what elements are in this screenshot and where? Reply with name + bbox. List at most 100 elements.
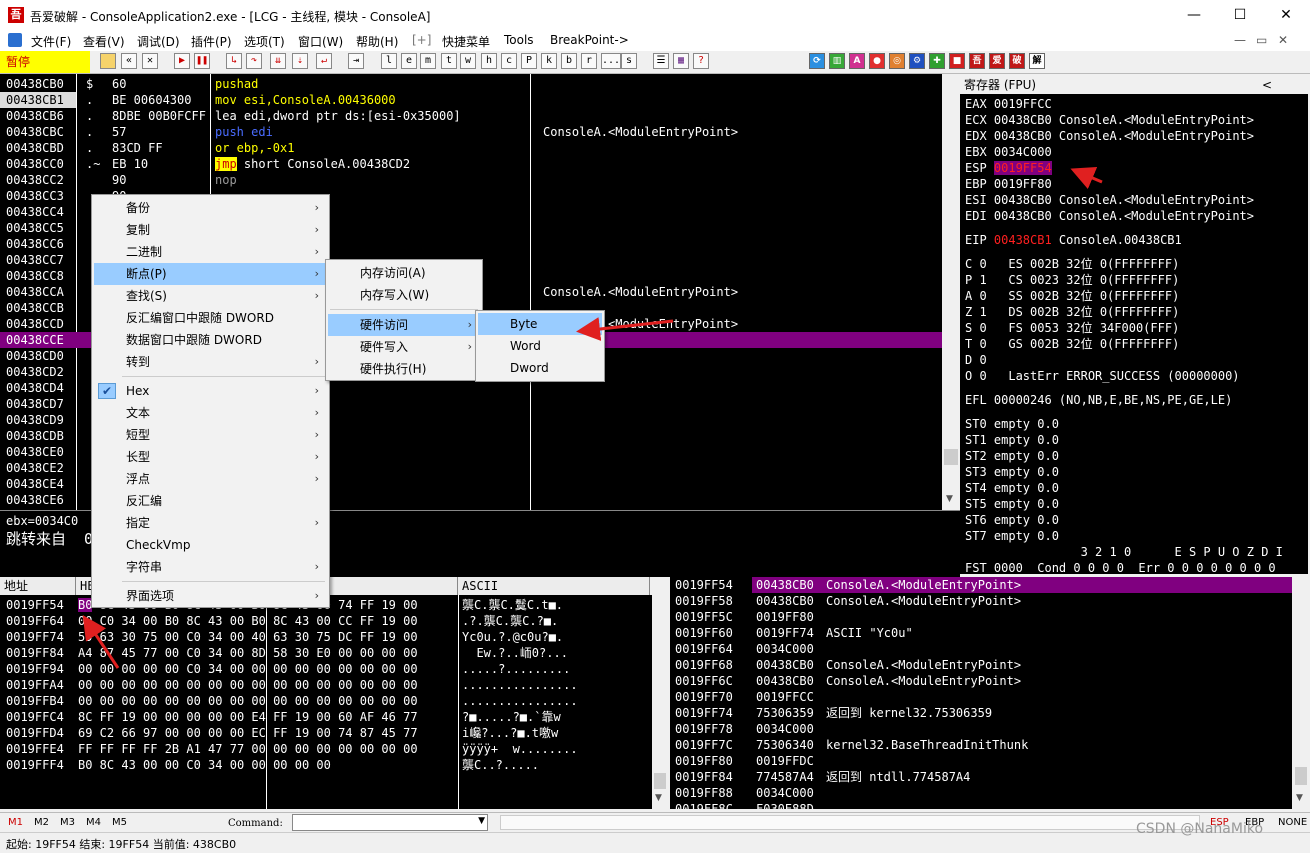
context-menu-item[interactable]: 浮点 › — [94, 468, 327, 490]
context-menu-item[interactable]: 断点(P) › — [94, 263, 327, 285]
stack-value[interactable]: 0019FF74 — [756, 625, 814, 641]
hw-size-item-dword[interactable]: Dword — [478, 357, 602, 379]
trace-into-icon[interactable]: ⇊ — [270, 53, 286, 69]
stack-address[interactable]: 0019FF88 — [675, 785, 733, 801]
stack-address[interactable]: 0019FF74 — [675, 705, 733, 721]
menu-plugins[interactable]: 插件(P) — [191, 33, 232, 50]
minimize-button[interactable]: — — [1174, 4, 1214, 26]
stack-value[interactable]: 75306340 — [756, 737, 814, 753]
toolbar-btn-k[interactable]: k — [541, 53, 557, 69]
context-menu-item[interactable]: 反汇编 — [94, 490, 327, 512]
stack-address[interactable]: 0019FF84 — [675, 769, 733, 785]
stack-value[interactable]: 0019FF80 — [756, 609, 814, 625]
cpu-address[interactable]: 00438CCA — [0, 284, 76, 300]
dump-hex[interactable]: A4 87 45 77 00 C0 34 00 8D 58 30 E0 00 0… — [78, 645, 418, 661]
collapse-icon[interactable]: < — [1262, 76, 1272, 94]
dump-hex[interactable]: B0 8C 43 00 00 C0 34 00 00 00 00 00 — [78, 757, 331, 773]
register-eax[interactable]: EAX 0019FFCC — [965, 96, 1052, 112]
a-icon[interactable]: A — [849, 53, 865, 69]
stack-value[interactable]: 00438CB0 — [756, 577, 814, 593]
stack-value[interactable]: 00438CB0 — [756, 673, 814, 689]
context-menu-item[interactable]: 查找(S) › — [94, 285, 327, 307]
run-icon[interactable]: ▶ — [174, 53, 190, 69]
dump-address[interactable]: 0019FF94 — [6, 661, 64, 677]
stack-address[interactable]: 0019FF68 — [675, 657, 733, 673]
help-icon[interactable]: ? — [693, 53, 709, 69]
execute-till-return-icon[interactable]: ↵ — [316, 53, 332, 69]
register-edi[interactable]: EDI 00438CB0 ConsoleA.<ModuleEntryPoint> — [965, 208, 1254, 224]
dump-pane[interactable]: 0019FF54B0 8C 43 00 B0 8C 43 00 B0 8C 43… — [0, 595, 652, 809]
dump-address[interactable]: 0019FF84 — [6, 645, 64, 661]
scroll-down-icon[interactable]: ▼ — [946, 494, 953, 504]
stack-value[interactable]: 00438CB0 — [756, 593, 814, 609]
register-edx[interactable]: EDX 00438CB0 ConsoleA.<ModuleEntryPoint> — [965, 128, 1254, 144]
dump-address[interactable]: 0019FF74 — [6, 629, 64, 645]
dump-hex[interactable]: 59 63 30 75 00 C0 34 00 40 63 30 75 DC F… — [78, 629, 418, 645]
cpu-address[interactable]: 00438CC3 — [0, 188, 76, 204]
open-icon[interactable] — [100, 53, 116, 69]
stack-address[interactable]: 0019FF54 — [675, 577, 733, 593]
goto-icon[interactable]: ⇥ — [348, 53, 364, 69]
scroll-down-icon[interactable]: ▼ — [1296, 793, 1303, 803]
dump-address[interactable]: 0019FF54 — [6, 597, 64, 613]
stack-address[interactable]: 0019FF70 — [675, 689, 733, 705]
tab-m1[interactable]: M1 — [8, 817, 23, 828]
stack-value[interactable]: 00438CB0 — [756, 657, 814, 673]
command-input[interactable]: ▼ — [292, 814, 488, 831]
cpu-instruction[interactable]: pushad — [215, 76, 258, 92]
cpu-address[interactable]: 00438CE4 — [0, 476, 76, 492]
menu-debug[interactable]: 调试(D) — [137, 33, 180, 50]
context-menu-item[interactable]: 字符串 › — [94, 556, 327, 578]
context-menu-item[interactable]: 数据窗口中跟随 DWORD — [94, 329, 327, 351]
dump-address[interactable]: 0019FF64 — [6, 613, 64, 629]
context-menu-item[interactable]: 指定 › — [94, 512, 327, 534]
cpu-address[interactable]: 00438CC4 — [0, 204, 76, 220]
cpu-address[interactable]: 00438CCD — [0, 316, 76, 332]
tab-m3[interactable]: M3 — [60, 817, 75, 828]
hw-size-item-word[interactable]: Word — [478, 335, 602, 357]
hw-size-item-byte[interactable]: Byte — [478, 313, 602, 335]
stack-value[interactable]: 774587A4 — [756, 769, 814, 785]
mdi-minimize-button[interactable]: — — [1234, 33, 1246, 47]
stack-value[interactable]: 0034C000 — [756, 785, 814, 801]
registers-pane[interactable]: EAX 0019FFCC ECX 00438CB0 ConsoleA.<Modul… — [960, 94, 1308, 574]
scroll-thumb[interactable] — [1295, 767, 1307, 785]
list-icon[interactable]: ☰ — [653, 53, 669, 69]
refresh-icon[interactable]: ⟳ — [809, 53, 825, 69]
dump-hex[interactable]: 8C FF 19 00 00 00 00 00 E4 FF 19 00 60 A… — [78, 709, 418, 725]
menu-options[interactable]: 选项(T) — [244, 33, 285, 50]
stack-scrollbar[interactable]: ▼ — [1292, 577, 1310, 809]
menu-plus[interactable]: [+] — [412, 33, 431, 47]
grid-icon[interactable]: ▦ — [673, 53, 689, 69]
cpu-address[interactable]: 00438CC7 — [0, 252, 76, 268]
dump-hex[interactable]: 00 00 00 00 00 00 00 00 00 00 00 00 00 0… — [78, 677, 418, 693]
stack-address[interactable]: 0019FF6C — [675, 673, 733, 689]
context-menu-item[interactable]: 转到 › — [94, 351, 327, 373]
register-esi[interactable]: ESI 00438CB0 ConsoleA.<ModuleEntryPoint> — [965, 192, 1254, 208]
menu-breakpoint[interactable]: BreakPoint-> — [550, 33, 629, 47]
target-icon[interactable]: ◎ — [889, 53, 905, 69]
tab-m2[interactable]: M2 — [34, 817, 49, 828]
scroll-thumb[interactable] — [944, 449, 958, 465]
brand-ai-icon[interactable]: 爱 — [989, 53, 1005, 69]
stack-address[interactable]: 0019FF8C — [675, 801, 733, 809]
close-icon[interactable]: ✕ — [142, 53, 158, 69]
menu-help[interactable]: 帮助(H) — [356, 33, 398, 50]
breakpoint-menu-item[interactable]: 硬件写入 › — [328, 336, 480, 358]
cpu-address[interactable]: 00438CD0 — [0, 348, 76, 364]
stack-address[interactable]: 0019FF58 — [675, 593, 733, 609]
close-button[interactable]: ✕ — [1266, 4, 1306, 26]
menu-window[interactable]: 窗口(W) — [298, 33, 343, 50]
cpu-address[interactable]: 00438CE6 — [0, 492, 76, 508]
reg-toggle-none[interactable]: NONE — [1278, 817, 1307, 828]
stack-pane[interactable]: 0019FF54 00438CB0 ConsoleA.<ModuleEntryPoi… — [670, 577, 1292, 809]
breakpoint-menu-item[interactable]: 内存写入(W) — [328, 284, 480, 306]
register-eip[interactable]: EIP 00438CB1 ConsoleA.00438CB1 — [965, 232, 1182, 248]
cpu-address[interactable]: 00438CB0 — [0, 76, 76, 92]
cpu-address[interactable]: 00438CD2 — [0, 364, 76, 380]
dump-address[interactable]: 0019FFF4 — [6, 757, 64, 773]
dump-hex[interactable]: 00 00 00 00 00 C0 34 00 00 00 00 00 00 0… — [78, 661, 418, 677]
context-menu-item[interactable]: 文本 › — [94, 402, 327, 424]
dump-hex[interactable]: 00 00 00 00 00 00 00 00 00 00 00 00 00 0… — [78, 693, 418, 709]
register-ebp[interactable]: EBP 0019FF80 — [965, 176, 1052, 192]
